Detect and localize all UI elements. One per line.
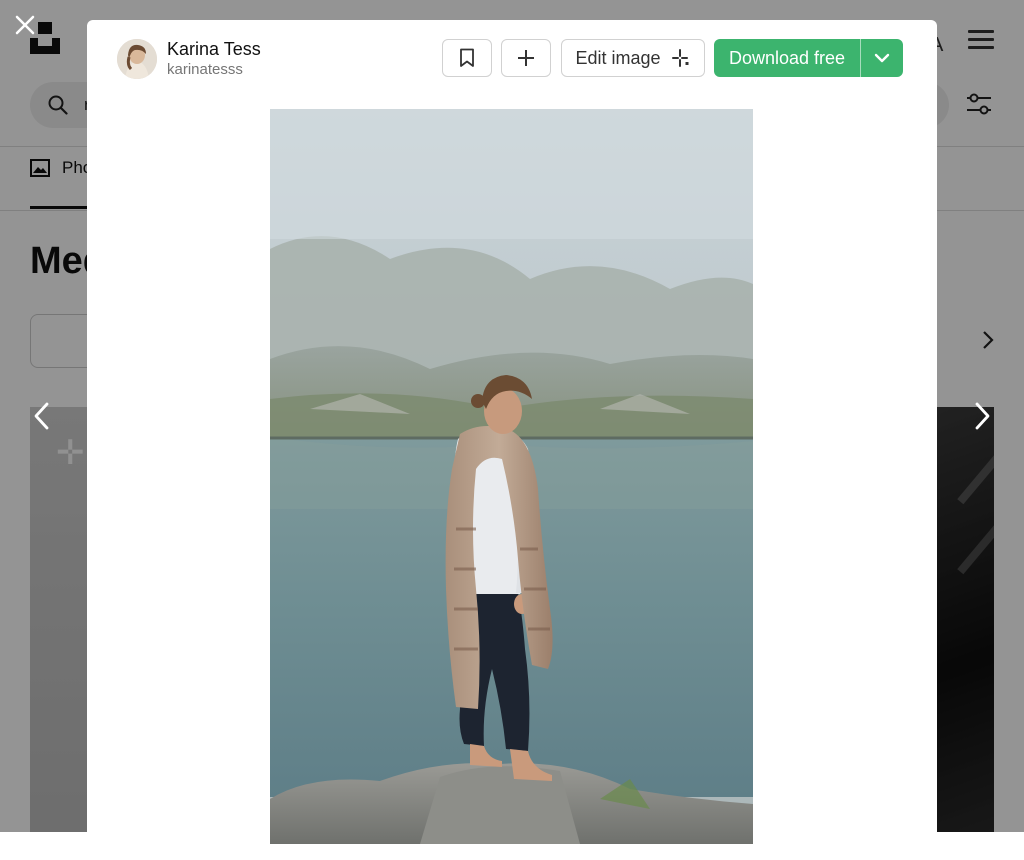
chevron-down-icon [874, 53, 890, 63]
bookmark-button[interactable] [442, 39, 492, 77]
download-options-button[interactable] [860, 39, 904, 77]
chevron-left-icon[interactable] [24, 396, 60, 436]
sparkle-icon [671, 49, 689, 67]
edit-image-button[interactable]: Edit image [561, 39, 705, 77]
add-to-collection-button[interactable] [501, 39, 551, 77]
avatar[interactable] [117, 39, 157, 79]
edit-image-label: Edit image [575, 47, 661, 68]
chevron-right-icon[interactable] [964, 396, 1000, 436]
plus-icon [518, 50, 534, 66]
download-group: Download free [714, 39, 904, 77]
author-name[interactable]: Karina Tess [167, 38, 261, 60]
download-free-button[interactable]: Download free [714, 39, 861, 77]
author-handle[interactable]: karinatesss [167, 60, 261, 80]
author-info[interactable]: Karina Tess karinatesss [117, 38, 261, 80]
main-photo[interactable] [270, 109, 753, 844]
close-icon[interactable] [10, 10, 40, 40]
bookmark-icon [460, 48, 474, 67]
photo-modal: Karina Tess karinatesss Edit image Downl… [87, 20, 937, 860]
